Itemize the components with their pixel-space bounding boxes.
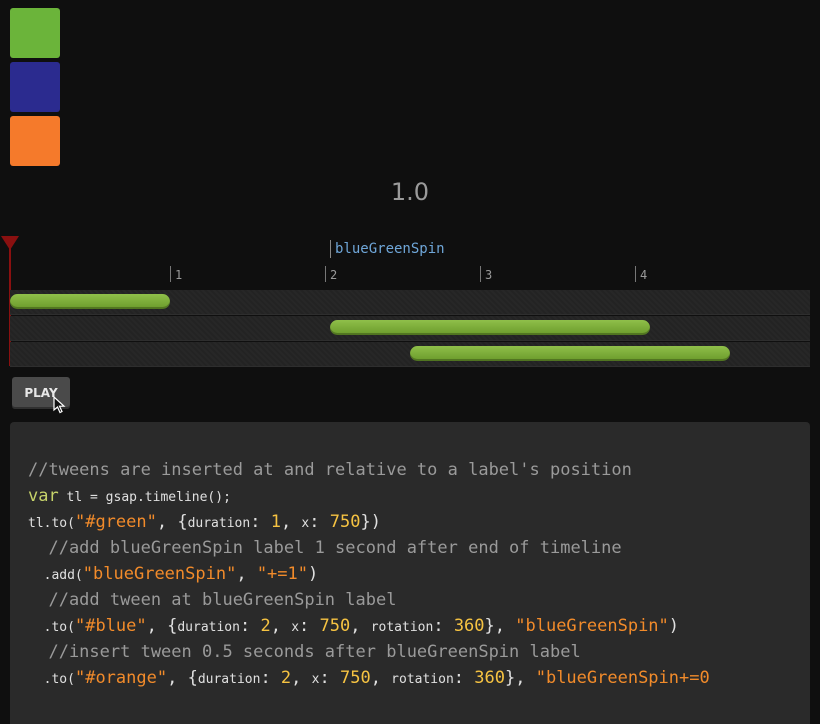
- code-text: },: [505, 668, 536, 688]
- code-text: :: [299, 616, 320, 636]
- code-text: ,: [280, 512, 302, 532]
- code-number: 750: [319, 616, 351, 636]
- code-text: :: [433, 616, 454, 636]
- code-key: duration: [197, 672, 261, 687]
- code-line: .to("#blue", {duration: 2, x: 750, rotat…: [28, 616, 679, 638]
- code-key: duration: [187, 516, 251, 531]
- code-number: 360: [453, 616, 485, 636]
- code-line: var tl = gsap.timeline();: [28, 486, 231, 508]
- timeline-tick: 2: [325, 266, 337, 282]
- code-panel: //tweens are inserted at and relative to…: [10, 422, 810, 724]
- code-text: :: [239, 616, 261, 636]
- code-comment: //tweens are inserted at and relative to…: [28, 460, 632, 480]
- code-string: "#orange": [74, 668, 168, 688]
- code-line: .add("blueGreenSpin", "+=1"): [28, 564, 319, 586]
- code-number: 750: [329, 512, 361, 532]
- code-text: tl = gsap.timeline();: [58, 490, 231, 505]
- code-text: ): [308, 564, 319, 584]
- code-text: , {: [167, 668, 198, 688]
- orange-box: [10, 116, 60, 166]
- code-comment: //add blueGreenSpin label 1 second after…: [28, 538, 622, 558]
- code-text: :: [250, 512, 271, 532]
- code-string: "#blue": [74, 616, 147, 636]
- code-text: ,: [350, 616, 371, 636]
- playhead-handle-icon[interactable]: [1, 236, 19, 250]
- code-line: //insert tween 0.5 seconds after blueGre…: [28, 642, 581, 662]
- timeline-tick: 1: [170, 266, 182, 282]
- code-text: tl.to(: [28, 516, 75, 531]
- timeline-tick: 3: [480, 266, 492, 282]
- code-string: "blueGreenSpin+=0: [535, 668, 710, 688]
- mouse-cursor-icon: [53, 396, 66, 414]
- timeline-track-orange: [10, 342, 810, 367]
- code-text: :: [260, 668, 281, 688]
- code-text: .add(: [28, 568, 83, 583]
- timeline-tick: 4: [635, 266, 647, 282]
- code-text: , {: [156, 512, 188, 532]
- code-line: .to("#orange", {duration: 2, x: 750, rot…: [28, 668, 710, 690]
- code-text: .to(: [28, 620, 75, 635]
- code-comment: //insert tween 0.5 seconds after blueGre…: [28, 642, 581, 662]
- code-string: "blueGreenSpin": [82, 564, 237, 584]
- code-line: //tweens are inserted at and relative to…: [28, 460, 632, 480]
- code-key: rotation: [391, 672, 454, 687]
- code-string: "blueGreenSpin": [515, 616, 669, 636]
- code-text: },: [484, 616, 516, 636]
- code-text: :: [319, 668, 340, 688]
- code-number: 360: [474, 668, 505, 688]
- code-text: ,: [236, 564, 257, 584]
- code-text: ): [668, 616, 680, 636]
- code-comment: //add tween at blueGreenSpin label: [28, 590, 397, 610]
- blue-box: [10, 62, 60, 112]
- code-number: 2: [260, 616, 271, 636]
- green-box: [10, 8, 60, 58]
- code-text: ,: [291, 668, 312, 688]
- code-text: ,: [270, 616, 292, 636]
- tween-bar-blue[interactable]: [330, 320, 650, 335]
- code-line: tl.to("#green", {duration: 1, x: 750}): [28, 512, 381, 534]
- code-text: }): [360, 512, 381, 532]
- timeline-label-marker: blueGreenSpin: [330, 240, 445, 258]
- code-string: "#green": [74, 512, 157, 532]
- code-line: //add tween at blueGreenSpin label: [28, 590, 396, 610]
- demo-stage: 1.0 blueGreenSpin 1 2 3 4 PLAY //tweens …: [0, 0, 820, 724]
- code-text: :: [309, 512, 330, 532]
- code-key: x: [291, 620, 300, 635]
- code-key: rotation: [370, 620, 434, 635]
- code-key: duration: [177, 620, 240, 635]
- code-text: .to(: [28, 672, 75, 687]
- code-number: 750: [339, 668, 371, 688]
- tween-bar-orange[interactable]: [410, 346, 730, 361]
- timeline-track-blue: [10, 316, 810, 341]
- time-readout: 1.0: [390, 178, 430, 206]
- code-number: 1: [270, 512, 281, 532]
- code-number: 2: [280, 668, 292, 688]
- code-keyword: var: [28, 486, 59, 506]
- timeline-track-green: [10, 290, 810, 315]
- code-text: ,: [370, 668, 392, 688]
- code-text: , {: [146, 616, 178, 636]
- tween-bar-green[interactable]: [10, 294, 170, 309]
- code-string: "+=1": [256, 564, 308, 584]
- code-line: //add blueGreenSpin label 1 second after…: [28, 538, 622, 558]
- code-text: :: [453, 668, 475, 688]
